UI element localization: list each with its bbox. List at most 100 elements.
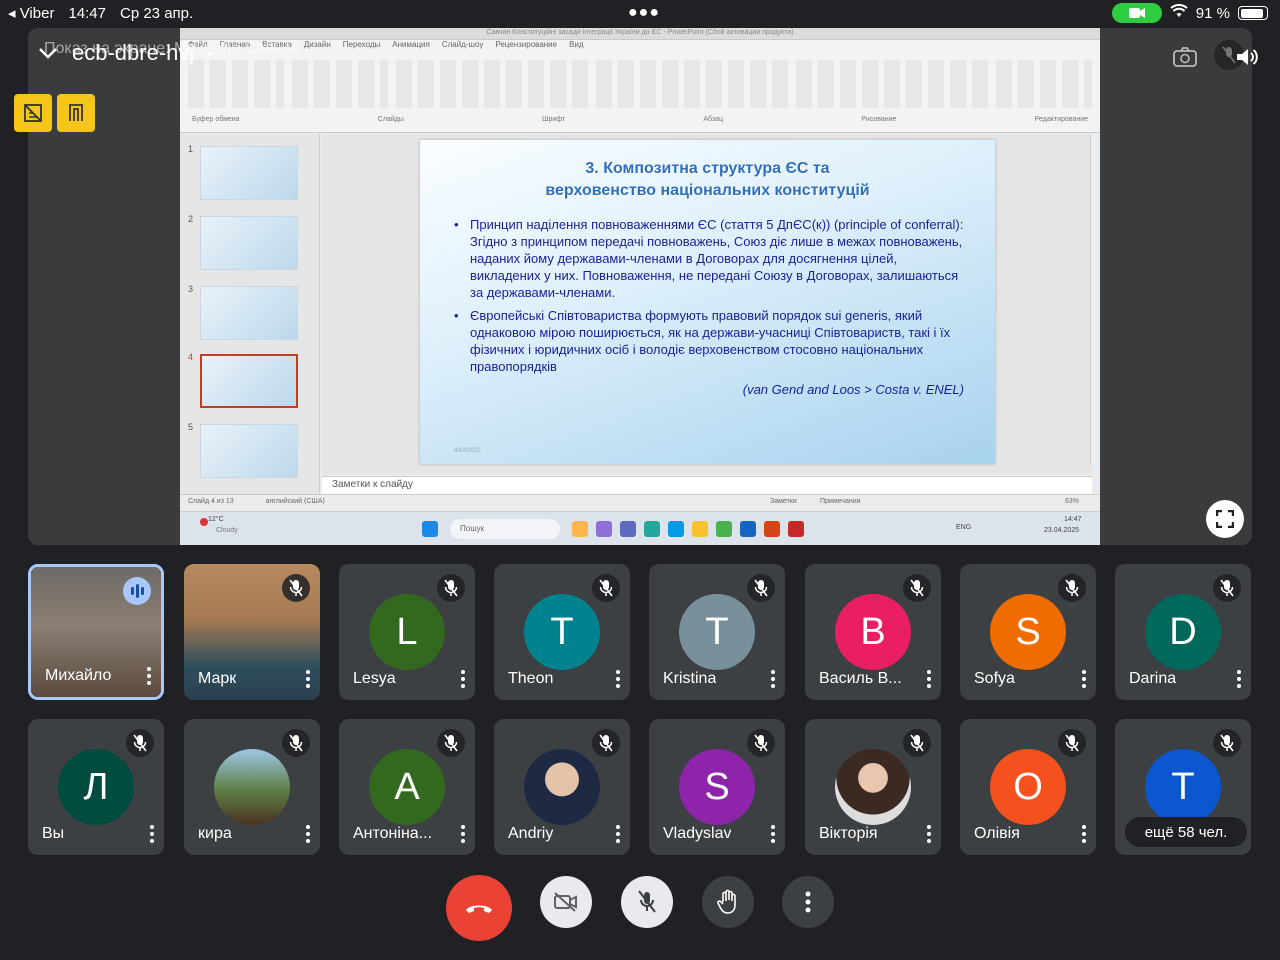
participant-tile[interactable]: Вікторія bbox=[805, 719, 941, 855]
avatar: В bbox=[835, 594, 911, 670]
participant-tile[interactable]: S Vladyslav bbox=[649, 719, 785, 855]
notes-pane[interactable]: Заметки к слайду bbox=[322, 476, 1092, 494]
more-options-button[interactable] bbox=[782, 876, 834, 928]
tile-options-icon[interactable] bbox=[927, 825, 931, 843]
comments-toggle[interactable]: Примечания bbox=[820, 498, 860, 505]
participant-tile[interactable]: S Sofya bbox=[960, 564, 1096, 700]
acrobat-icon[interactable] bbox=[788, 521, 804, 537]
speaker-icon[interactable] bbox=[1234, 44, 1260, 70]
ribbon-tab[interactable]: Слайд-шоу bbox=[442, 40, 483, 54]
tile-options-icon[interactable] bbox=[461, 825, 465, 843]
tile-options-icon[interactable] bbox=[147, 667, 151, 685]
thumb-number: 5 bbox=[188, 422, 194, 432]
vertical-scrollbar[interactable] bbox=[1090, 134, 1098, 464]
participant-tile[interactable]: Tещё 58 чел. bbox=[1115, 719, 1251, 855]
end-call-button[interactable] bbox=[446, 875, 512, 941]
shared-screen[interactable]: Савчин Конституційні засади інтеграції У… bbox=[28, 28, 1252, 545]
tile-options-icon[interactable] bbox=[616, 670, 620, 688]
explorer-icon[interactable] bbox=[692, 521, 708, 537]
participant-tile[interactable]: Andriy bbox=[494, 719, 630, 855]
camera-toggle-button[interactable] bbox=[540, 876, 592, 928]
ribbon-group-editing[interactable] bbox=[996, 60, 1092, 108]
speaking-indicator-icon bbox=[123, 577, 151, 605]
switch-camera-icon[interactable] bbox=[1172, 44, 1198, 70]
layout-icon[interactable] bbox=[57, 94, 95, 132]
windows-start-icon[interactable] bbox=[422, 521, 438, 537]
clock: 14:47 bbox=[68, 4, 106, 22]
edge-icon[interactable] bbox=[644, 521, 660, 537]
participant-tile[interactable]: Марк bbox=[184, 564, 320, 700]
slide-thumbnail[interactable] bbox=[200, 146, 298, 200]
current-slide[interactable]: 3. Композитна структура ЄС та верховенст… bbox=[420, 140, 995, 464]
remote-control-icon[interactable] bbox=[14, 94, 52, 132]
tile-options-icon[interactable] bbox=[150, 825, 154, 843]
ribbon-tab[interactable]: Переходы bbox=[343, 40, 381, 54]
ribbon-group-slides[interactable] bbox=[292, 60, 388, 108]
windows-taskbar: 12°C Cloudy Пошук ENG 14:47 23.04.2025 bbox=[180, 511, 1100, 545]
ribbon-tab[interactable]: Дизайн bbox=[304, 40, 331, 54]
participant-tile[interactable]: В Василь В... bbox=[805, 564, 941, 700]
participant-tile[interactable]: L Lesya bbox=[339, 564, 475, 700]
mic-muted-icon bbox=[126, 729, 154, 757]
participant-tile[interactable]: Л Вы bbox=[28, 719, 164, 855]
participant-tile[interactable]: T Theon bbox=[494, 564, 630, 700]
widgets-icon[interactable] bbox=[572, 521, 588, 537]
slide-thumbnail[interactable] bbox=[200, 286, 298, 340]
back-to-app-link[interactable]: ◂ Viber bbox=[8, 4, 54, 22]
powerpoint-icon[interactable] bbox=[764, 521, 780, 537]
notes-toggle[interactable]: Заметки bbox=[770, 498, 797, 505]
participant-tile[interactable]: Михайло bbox=[28, 564, 164, 700]
slide-thumbnail-selected[interactable] bbox=[200, 354, 298, 408]
chrome-icon[interactable] bbox=[716, 521, 732, 537]
ribbon-group-paragraph[interactable] bbox=[596, 60, 788, 108]
window-title: Савчин Конституційні засади інтеграції У… bbox=[180, 28, 1100, 40]
ribbon-group-drawing[interactable] bbox=[796, 60, 988, 108]
participant-tile[interactable]: D Darina bbox=[1115, 564, 1251, 700]
meeting-header[interactable]: ecb-dbre-hvj ▸ bbox=[38, 40, 214, 66]
tile-options-icon[interactable] bbox=[771, 670, 775, 688]
participant-tile[interactable]: кира bbox=[184, 719, 320, 855]
mic-toggle-button[interactable] bbox=[621, 876, 673, 928]
participant-name: Sofya bbox=[974, 670, 1015, 687]
teams-icon[interactable] bbox=[620, 521, 636, 537]
thumb-number: 3 bbox=[188, 284, 194, 294]
tile-options-icon[interactable] bbox=[1082, 670, 1086, 688]
status-bar: ◂ Viber 14:47 Ср 23 апр. ●●● 91 % bbox=[0, 0, 1280, 26]
tile-options-icon[interactable] bbox=[771, 825, 775, 843]
ribbon-group-clipboard[interactable] bbox=[188, 60, 284, 108]
participant-tile[interactable]: А Антоніна... bbox=[339, 719, 475, 855]
ribbon-group-font[interactable] bbox=[396, 60, 588, 108]
tile-options-icon[interactable] bbox=[1082, 825, 1086, 843]
slide-thumbnails-pane: 1 2 3 4 5 bbox=[180, 134, 320, 494]
participant-tile[interactable]: O Олівія bbox=[960, 719, 1096, 855]
word-icon[interactable] bbox=[740, 521, 756, 537]
group-label: Рисование bbox=[861, 116, 897, 123]
ribbon-tabs: Файл Главная Вставка Дизайн Переходы Ани… bbox=[180, 40, 1100, 54]
tile-options-icon[interactable] bbox=[461, 670, 465, 688]
copilot-icon[interactable] bbox=[596, 521, 612, 537]
tile-options-icon[interactable] bbox=[616, 825, 620, 843]
zoom-level[interactable]: 63% bbox=[1065, 498, 1079, 505]
ribbon-tab[interactable]: Вид bbox=[569, 40, 583, 54]
meeting-code: ecb-dbre-hvj bbox=[72, 40, 195, 65]
fullscreen-button[interactable] bbox=[1206, 500, 1244, 538]
slide-thumbnail[interactable] bbox=[200, 216, 298, 270]
tile-options-icon[interactable] bbox=[927, 670, 931, 688]
slide-title: 3. Композитна структура ЄС та верховенст… bbox=[420, 158, 995, 202]
tile-options-icon[interactable] bbox=[306, 670, 310, 688]
input-language[interactable]: ENG bbox=[956, 524, 971, 531]
thumb-number: 2 bbox=[188, 214, 194, 224]
tile-options-icon[interactable] bbox=[306, 825, 310, 843]
ribbon-tab[interactable]: Рецензирование bbox=[495, 40, 557, 54]
ribbon-tab[interactable]: Анимация bbox=[392, 40, 430, 54]
chevron-down-icon[interactable] bbox=[38, 40, 58, 66]
participant-tile[interactable]: T Kristina bbox=[649, 564, 785, 700]
slide-thumbnail[interactable] bbox=[200, 424, 298, 478]
taskbar-search[interactable]: Пошук bbox=[450, 519, 560, 539]
more-participants-button[interactable]: ещё 58 чел. bbox=[1125, 817, 1247, 847]
multitask-dots-icon[interactable]: ●●● bbox=[628, 4, 660, 22]
raise-hand-button[interactable] bbox=[702, 876, 754, 928]
avatar: L bbox=[369, 594, 445, 670]
store-icon[interactable] bbox=[668, 521, 684, 537]
tile-options-icon[interactable] bbox=[1237, 670, 1241, 688]
